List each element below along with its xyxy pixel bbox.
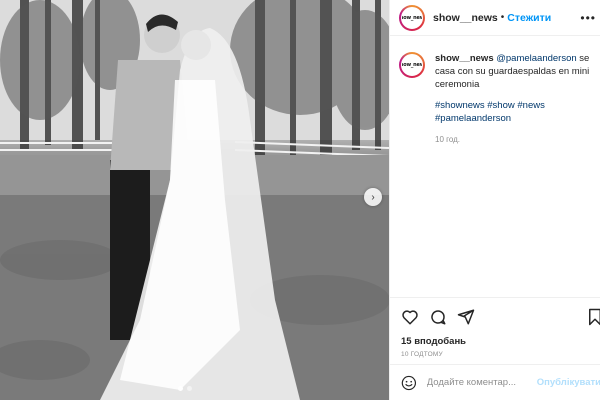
share-icon[interactable] xyxy=(457,308,475,326)
carousel-indicator xyxy=(178,386,192,391)
carousel-dot-active xyxy=(178,386,183,391)
avatar[interactable]: show_news xyxy=(399,4,425,31)
caption-avatar-logo: show_news xyxy=(402,62,422,68)
comment-icon[interactable] xyxy=(429,308,447,326)
post-comment-button[interactable]: Опублікувати xyxy=(537,377,600,388)
caption-age: 10 год. xyxy=(435,135,461,144)
separator-dot: • xyxy=(500,12,505,23)
caption-mention-link[interactable]: @pamelaanderson xyxy=(496,53,576,64)
caption-username[interactable]: show__news xyxy=(435,53,494,64)
carousel-dot xyxy=(187,386,192,391)
more-options-icon[interactable]: ••• xyxy=(580,11,596,25)
post-timestamp[interactable]: 10 ГОДТОМУ xyxy=(401,351,591,358)
post-details-panel: show_news show__news • Стежити ••• show_… xyxy=(389,0,600,400)
chevron-right-icon: › xyxy=(371,191,375,203)
heart-icon[interactable] xyxy=(401,308,419,326)
follow-button[interactable]: Стежити xyxy=(507,12,551,24)
caption-hashtags[interactable]: #shownews #show #news #pamelaanderson xyxy=(435,99,590,125)
comment-bar: Опублікувати xyxy=(390,364,600,400)
bookmark-icon[interactable] xyxy=(587,308,600,326)
comment-input[interactable] xyxy=(426,377,531,388)
caption-avatar-image: show_news xyxy=(401,54,423,76)
post-photo[interactable]: › xyxy=(0,0,389,400)
caption-avatar[interactable]: show_news xyxy=(399,52,425,78)
likes-count[interactable]: 15 вподобань xyxy=(401,336,591,347)
avatar-image: show_news xyxy=(401,6,423,29)
carousel-next-button[interactable]: › xyxy=(364,188,382,206)
action-icons-row xyxy=(401,306,600,328)
emoji-icon[interactable] xyxy=(401,374,417,392)
post-actions: 15 вподобань 10 ГОДТОМУ xyxy=(390,297,600,358)
header-username[interactable]: show__news xyxy=(433,12,498,24)
post-header: show_news show__news • Стежити ••• xyxy=(390,0,600,36)
avatar-logo: show_news xyxy=(402,14,422,21)
wedding-photo-image xyxy=(0,0,389,400)
caption-section: show_news show__news @pamelaanderson se … xyxy=(390,36,600,146)
caption-text: show__news @pamelaanderson se casa con s… xyxy=(435,52,590,146)
